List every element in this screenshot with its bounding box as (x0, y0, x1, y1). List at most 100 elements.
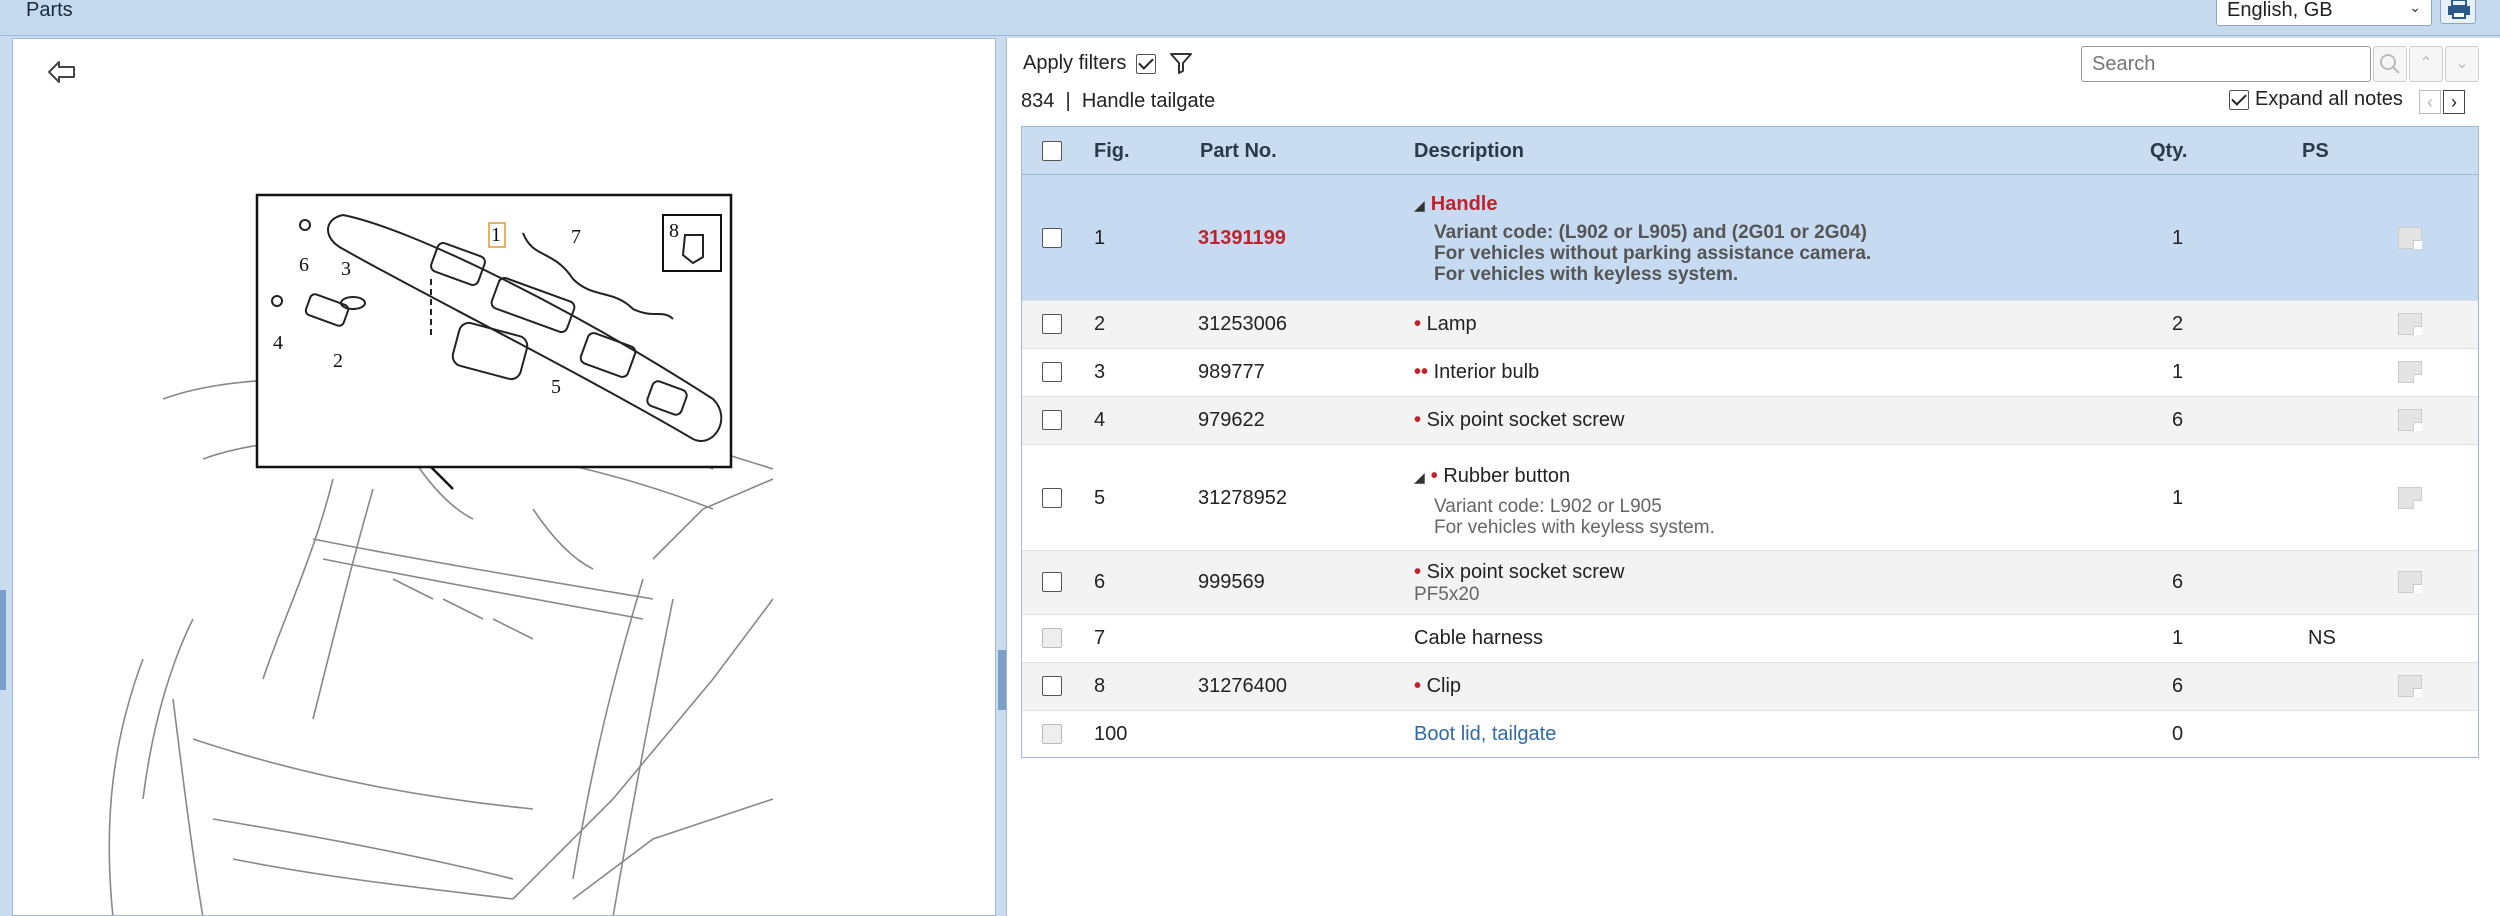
table-row[interactable]: 3 989777 •• Interior bulb 1 (1022, 349, 2478, 397)
note-icon[interactable] (2398, 571, 2422, 593)
note-icon[interactable] (2398, 361, 2422, 383)
apply-filters[interactable]: Apply filters (1023, 52, 1157, 75)
left-collapse-handle[interactable] (0, 590, 6, 690)
row-fig: 6 (1094, 571, 1106, 593)
row-note: For vehicles without parking assistance … (1434, 243, 1872, 264)
row-qty: 1 (2172, 361, 2184, 383)
table-row[interactable]: 1 31391199 ◢ Handle Variant code: (L902 o… (1022, 175, 2478, 301)
illustration-panel: 1 2 3 4 5 6 7 8 (12, 38, 996, 916)
parts-list-panel: Apply filters ⌃ ⌄ 834 | Handle tailgate … (1006, 38, 2500, 916)
note-icon[interactable] (2398, 487, 2422, 509)
expand-all-notes-checkbox[interactable] (2229, 89, 2249, 110)
language-select[interactable]: English, GB ⌄ (2216, 0, 2432, 26)
row-checkbox[interactable] (1042, 314, 1062, 334)
row-description: •• Interior bulb (1414, 361, 1539, 384)
row-qty: 6 (2172, 675, 2184, 697)
note-icon[interactable] (2398, 227, 2422, 249)
chevron-up-icon: ⌃ (2419, 55, 2433, 72)
note-icon[interactable] (2398, 675, 2422, 697)
row-qty: 1 (2172, 487, 2184, 509)
table-row[interactable]: 4 979622 • Six point socket screw 6 (1022, 397, 2478, 445)
chevron-down-icon: ⌄ (2455, 55, 2469, 72)
note-icon[interactable] (2398, 409, 2422, 431)
callout-4: 4 (273, 332, 283, 354)
row-note: Variant code: (L902 or L905) and (2G01 o… (1434, 222, 1867, 243)
table-row[interactable]: 7 Cable harness 1 NS (1022, 615, 2478, 663)
row-description-text: Six point socket screw (1426, 561, 1625, 583)
row-checkbox[interactable] (1042, 362, 1062, 382)
row-part-no[interactable]: 999569 (1198, 571, 1265, 594)
table-row[interactable]: 5 31278952 ◢ • Rubber button Variant code… (1022, 445, 2478, 551)
header-ps: PS (2302, 140, 2329, 162)
row-part-no[interactable]: 31391199 (1198, 227, 1286, 250)
row-note: For vehicles with keyless system. (1434, 264, 1739, 285)
callout-7: 7 (571, 226, 581, 248)
row-qty: 1 (2172, 627, 2184, 649)
apply-filters-checkbox[interactable] (1136, 53, 1157, 74)
header-part-no: Part No. (1200, 140, 1277, 162)
parts-table: Fig. Part No. Description Qty. PS 1 3139… (1021, 126, 2479, 758)
header-description: Description (1414, 140, 1525, 162)
window-title: Parts (26, 0, 73, 21)
row-description: • Clip (1414, 675, 1461, 698)
search-prev-button[interactable]: ⌃ (2409, 46, 2443, 82)
row-checkbox[interactable] (1042, 410, 1062, 430)
collapse-triangle-icon[interactable]: ◢ (1414, 197, 1425, 213)
table-row[interactable]: 6 999569 • Six point socket screw PF5x20… (1022, 551, 2478, 615)
select-all-checkbox[interactable] (1042, 141, 1062, 161)
bullet: •• (1414, 361, 1429, 383)
row-part-no[interactable]: 31276400 (1198, 675, 1287, 698)
search-next-button[interactable]: ⌄ (2445, 46, 2479, 82)
row-part-no[interactable]: 31253006 (1198, 313, 1287, 336)
row-description: ◢ Handle Variant code: (L902 or L905) and… (1414, 193, 1871, 285)
row-part-no[interactable]: 989777 (1198, 361, 1265, 384)
row-fig: 7 (1094, 627, 1106, 649)
chevron-down-icon: ⌄ (2409, 0, 2421, 15)
divider-grip[interactable] (998, 650, 1006, 710)
table-row[interactable]: 100 Boot lid, tailgate 0 (1022, 711, 2478, 757)
callout-2: 2 (333, 350, 343, 372)
row-description-text: Rubber button (1443, 465, 1571, 487)
top-bar: Parts English, GB ⌄ (0, 0, 2500, 36)
bullet: • (1414, 409, 1422, 431)
row-checkbox[interactable] (1042, 572, 1062, 592)
bullet: • (1414, 313, 1422, 335)
filter-icon[interactable] (1169, 52, 1193, 74)
expand-all-notes[interactable]: Expand all notes (2229, 88, 2403, 111)
row-fig: 3 (1094, 361, 1106, 383)
parts-diagram: 1 2 3 4 5 6 7 8 (108, 193, 774, 915)
search-icon (2380, 54, 2400, 74)
search-input[interactable] (2081, 46, 2371, 82)
table-row[interactable]: 8 31276400 • Clip 6 (1022, 663, 2478, 711)
expand-all-notes-label: Expand all notes (2255, 88, 2403, 110)
row-checkbox (1042, 628, 1062, 648)
apply-filters-label: Apply filters (1023, 52, 1127, 74)
row-description-text: Lamp (1426, 313, 1477, 335)
table-row[interactable]: 2 31253006 • Lamp 2 (1022, 301, 2478, 349)
note-icon[interactable] (2398, 313, 2422, 335)
bullet: • (1414, 561, 1422, 583)
next-page-button[interactable]: › (2443, 90, 2465, 114)
row-qty: 6 (2172, 409, 2184, 431)
row-description: ◢ • Rubber button Variant code: L902 or L… (1414, 465, 1715, 538)
row-note: Variant code: L902 or L905 (1434, 496, 1662, 517)
row-checkbox[interactable] (1042, 228, 1062, 248)
collapse-triangle-icon[interactable]: ◢ (1414, 469, 1425, 485)
row-checkbox[interactable] (1042, 676, 1062, 696)
row-subtext: PF5x20 (1414, 584, 1480, 605)
row-qty: 0 (2172, 723, 2184, 745)
panel-divider[interactable] (998, 38, 1006, 916)
row-description-text: Six point socket screw (1426, 409, 1625, 431)
row-checkbox[interactable] (1042, 488, 1062, 508)
print-button[interactable] (2440, 0, 2476, 24)
search-button[interactable] (2373, 46, 2407, 82)
prev-page-button[interactable]: ‹ (2419, 90, 2441, 114)
row-part-no[interactable]: 979622 (1198, 409, 1265, 432)
row-fig: 4 (1094, 409, 1106, 431)
row-description: • Six point socket screw (1414, 409, 1624, 432)
callout-5: 5 (551, 376, 561, 398)
breadcrumb: 834 | Handle tailgate (1021, 90, 1215, 113)
row-description-link[interactable]: Boot lid, tailgate (1414, 723, 1556, 746)
row-description-text: Interior bulb (1433, 361, 1540, 383)
row-part-no[interactable]: 31278952 (1198, 487, 1287, 510)
